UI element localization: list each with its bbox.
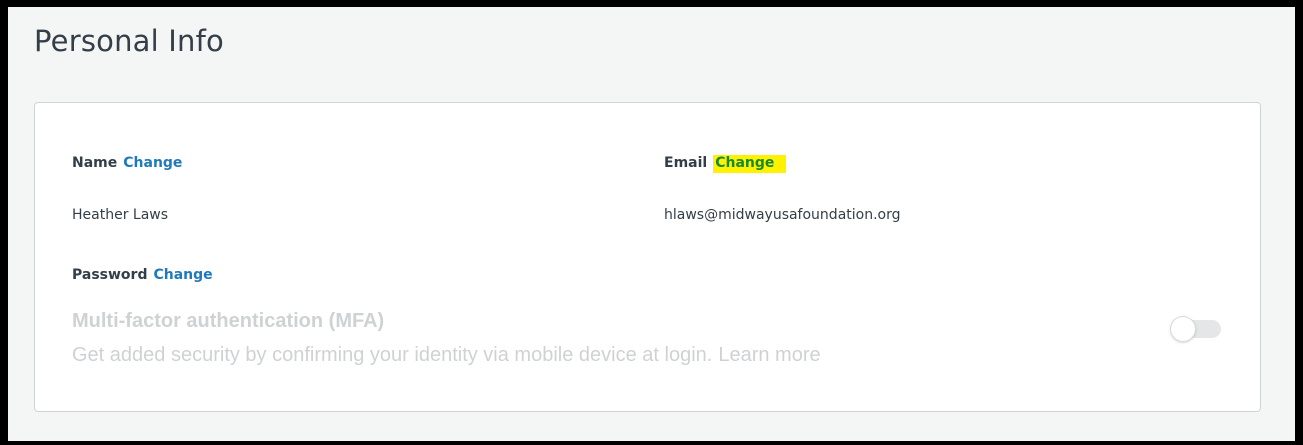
password-label: Password (72, 267, 148, 283)
name-change-link[interactable]: Change (123, 155, 182, 171)
email-change-link[interactable]: Change (713, 155, 787, 173)
name-label: Name (72, 155, 118, 171)
mfa-toggle[interactable] (1159, 317, 1223, 341)
email-label: Email (664, 155, 708, 171)
email-value: hlaws@midwayusafoundation.org (664, 207, 901, 223)
personal-info-card: Name Change Heather Laws Email Change hlaw… (34, 102, 1261, 412)
name-value: Heather Laws (72, 207, 169, 223)
page-title: Personal Info (34, 24, 224, 58)
window-frame: Personal Info Name Change Heather Laws Em… (0, 0, 1303, 445)
password-field-header: Password Change (72, 267, 213, 283)
name-field-header: Name Change (72, 155, 182, 171)
mfa-title: Multi-factor authentication (MFA) (72, 310, 385, 332)
password-change-link[interactable]: Change (153, 267, 212, 283)
mfa-learn-more-link[interactable]: Learn more (718, 344, 820, 366)
mfa-description-row: Get added security by confirming your id… (72, 344, 821, 367)
mfa-toggle-knob (1171, 317, 1195, 341)
mfa-description: Get added security by confirming your id… (72, 344, 713, 366)
email-field-header: Email Change (664, 155, 787, 173)
